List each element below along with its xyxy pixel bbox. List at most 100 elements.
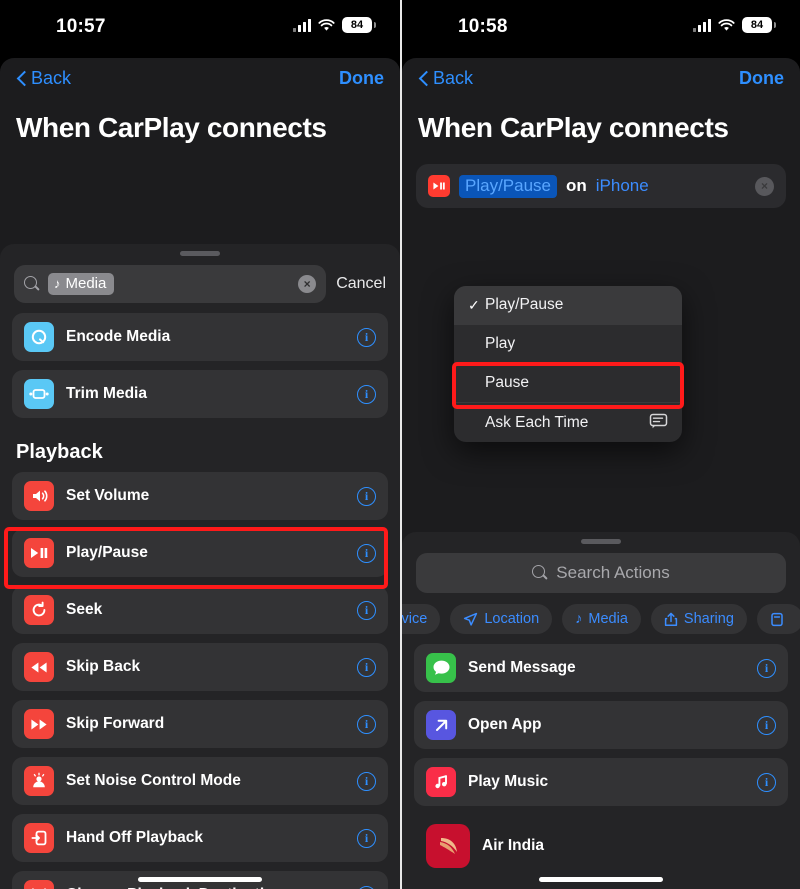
info-button[interactable]: i	[357, 657, 376, 677]
menu-item-pause[interactable]: Pause	[454, 364, 682, 403]
info-button[interactable]: i	[357, 885, 376, 889]
status-indicators: 84	[293, 17, 376, 33]
suggested-actions-list: Send Message i Open App i Play Music i A…	[402, 644, 800, 889]
list-item[interactable]: Skip Forward i	[12, 700, 388, 748]
menu-item-ask-each-time[interactable]: Ask Each Time	[454, 403, 682, 442]
info-button[interactable]: i	[357, 771, 376, 791]
search-token-label: Media	[65, 275, 107, 292]
info-button[interactable]: i	[357, 600, 376, 620]
left-sheet: Back Done When CarPlay connects ♪ Media …	[0, 58, 400, 889]
action-picker-sheet: ♪ Media × Cancel Encode Media i Trim Med…	[0, 244, 400, 889]
battery-icon: 84	[342, 17, 376, 33]
menu-item-play[interactable]: Play	[454, 325, 682, 364]
search-input[interactable]: ♪ Media ×	[14, 265, 327, 303]
list-item-label: Play/Pause	[66, 544, 148, 561]
list-item-label: Send Message	[468, 659, 576, 676]
location-arrow-icon	[464, 612, 478, 626]
chip-device[interactable]: Device	[402, 604, 441, 634]
cellular-bars-icon	[293, 18, 311, 32]
status-bar-left: 10:57 84	[0, 0, 400, 58]
search-token[interactable]: ♪ Media	[48, 273, 115, 295]
done-button[interactable]: Done	[739, 68, 784, 89]
music-note-icon: ♪	[575, 611, 583, 627]
status-time: 10:58	[458, 16, 508, 37]
info-button[interactable]: i	[757, 715, 776, 735]
list-item-play-pause[interactable]: Play/Pause i	[12, 529, 388, 577]
parameter-device[interactable]: iPhone	[596, 176, 649, 196]
left-phone-screen: 10:57 84 Back Done When CarPlay connects	[0, 0, 400, 889]
list-item-label: Trim Media	[66, 385, 147, 402]
checkmark-icon: ✓	[468, 296, 480, 313]
list-item[interactable]: Open App i	[414, 701, 788, 749]
info-button[interactable]: i	[757, 772, 776, 792]
chip-label: Media	[588, 611, 628, 627]
chip-documents[interactable]	[756, 604, 800, 634]
list-item-label: Encode Media	[66, 328, 171, 345]
list-item-label: Hand Off Playback	[66, 829, 203, 846]
list-item[interactable]: Hand Off Playback i	[12, 814, 388, 862]
menu-item-label: Pause	[485, 374, 529, 391]
info-button[interactable]: i	[357, 384, 376, 404]
list-item[interactable]: Encode Media i	[12, 313, 388, 361]
air-india-app-icon	[426, 824, 470, 868]
info-button[interactable]: i	[757, 658, 776, 678]
menu-item-play-pause[interactable]: ✓ Play/Pause	[454, 286, 682, 325]
list-item-label: Skip Back	[66, 658, 141, 675]
connector-word: on	[566, 176, 587, 195]
seek-icon	[24, 595, 54, 625]
speech-bubble-icon	[649, 413, 668, 432]
nav-bar-left: Back Done	[0, 58, 400, 98]
list-item-label: Set Volume	[66, 487, 150, 504]
info-button[interactable]: i	[357, 486, 376, 506]
search-icon	[532, 565, 548, 581]
hand-off-playback-icon	[24, 823, 54, 853]
back-label: Back	[31, 67, 72, 88]
menu-item-label: Ask Each Time	[485, 413, 589, 431]
wifi-icon	[318, 18, 335, 32]
chip-sharing[interactable]: Sharing	[650, 604, 747, 634]
page-title: When CarPlay connects	[16, 112, 327, 143]
documents-icon	[771, 612, 783, 626]
list-item[interactable]: Play Music i	[414, 758, 788, 806]
menu-item-label: Play/Pause	[485, 296, 564, 313]
list-item-label: Air India	[482, 837, 545, 854]
skip-back-icon	[24, 652, 54, 682]
home-indicator	[0, 877, 400, 882]
list-item[interactable]: Air India	[414, 815, 788, 877]
info-button[interactable]: i	[357, 714, 376, 734]
share-icon	[664, 612, 678, 626]
action-card-play-pause[interactable]: Play/Pause on iPhone ×	[416, 164, 786, 208]
sheet-grabber[interactable]	[581, 539, 621, 544]
battery-level: 84	[350, 19, 364, 31]
back-label: Back	[433, 67, 474, 88]
info-button[interactable]: i	[357, 327, 376, 347]
list-item-label: Open App	[468, 716, 542, 733]
list-item[interactable]: Seek i	[12, 586, 388, 634]
back-button[interactable]: Back	[16, 68, 71, 89]
list-item-label: Skip Forward	[66, 715, 165, 732]
chevron-left-icon	[16, 69, 27, 87]
chip-media[interactable]: ♪ Media	[562, 604, 641, 634]
list-item[interactable]: Trim Media i	[12, 370, 388, 418]
open-app-icon	[426, 710, 456, 740]
search-actions-input[interactable]: Search Actions	[416, 553, 786, 593]
list-item[interactable]: Skip Back i	[12, 643, 388, 691]
list-item[interactable]: Set Volume i	[12, 472, 388, 520]
info-button[interactable]: i	[357, 828, 376, 848]
chip-location[interactable]: Location	[450, 604, 553, 634]
status-time: 10:57	[56, 16, 106, 37]
info-button[interactable]: i	[357, 543, 376, 563]
remove-action-button[interactable]: ×	[755, 176, 774, 196]
parameter-play-pause[interactable]: Play/Pause	[459, 174, 557, 198]
back-button[interactable]: Back	[418, 68, 473, 89]
chip-label: Location	[484, 611, 540, 627]
done-button[interactable]: Done	[339, 68, 384, 89]
nav-bar-right: Back Done	[402, 58, 800, 98]
right-phone-screen: 10:58 84 Back Done When CarPlay connects	[400, 0, 800, 889]
play-pause-icon	[428, 175, 450, 197]
cancel-button[interactable]: Cancel	[336, 275, 386, 293]
list-item[interactable]: Send Message i	[414, 644, 788, 692]
clear-search-button[interactable]: ×	[298, 275, 317, 293]
list-item[interactable]: Set Noise Control Mode i	[12, 757, 388, 805]
search-placeholder: Search Actions	[556, 563, 670, 582]
